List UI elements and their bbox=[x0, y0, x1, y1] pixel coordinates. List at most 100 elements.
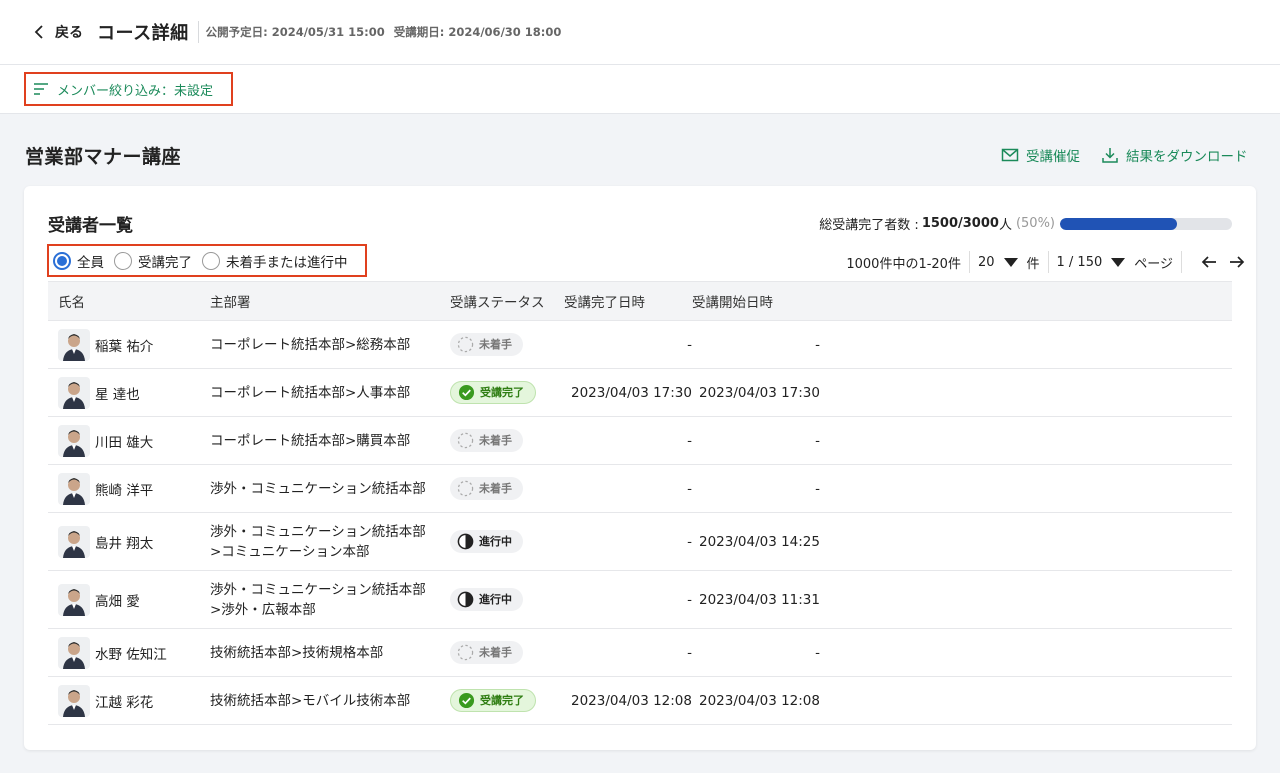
avatar bbox=[58, 583, 90, 616]
table-row[interactable]: 江越 彩花 技術統括本部>モバイル技術本部 受講完了 2023/04/03 12:08… bbox=[48, 677, 1232, 725]
cell-started-at: 2023/04/03 12:08 bbox=[698, 692, 820, 709]
table-row[interactable]: 川田 雄大 コーポレート統括本部>購買本部 未着手 - - bbox=[48, 417, 1232, 465]
cell-completed-at: 2023/04/03 12:08 bbox=[570, 692, 692, 709]
arrow-right-icon[interactable] bbox=[1228, 254, 1246, 270]
check-circle-icon bbox=[458, 692, 475, 708]
radio-notstarted-inprogress-circle[interactable] bbox=[202, 251, 220, 270]
arrow-left-icon[interactable] bbox=[1200, 254, 1218, 270]
header-dept: 主部署 bbox=[210, 295, 251, 311]
dept-line: 渉外・コミュニケーション統括本部 bbox=[210, 581, 426, 598]
avatar bbox=[58, 525, 90, 558]
cell-dept: 渉外・コミュニケーション統括本部 bbox=[210, 479, 450, 499]
table-row[interactable]: 島井 翔太 渉外・コミュニケーション統括本部 >コミュニケーション本部 進行中 -202… bbox=[48, 513, 1232, 571]
radio-all[interactable]: 全員 bbox=[53, 251, 104, 271]
cell-started-at: 2023/04/03 11:31 bbox=[698, 591, 820, 608]
avatar bbox=[58, 328, 90, 361]
attendee-name: 高畑 愛 bbox=[95, 593, 140, 610]
deadline-date: 受講期日: 2024/06/30 18:00 bbox=[393, 25, 562, 39]
in-progress-icon bbox=[457, 533, 474, 549]
status-label: 進行中 bbox=[479, 593, 512, 606]
header-started-at: 受講開始日時 bbox=[692, 295, 773, 311]
status-label: 受講完了 bbox=[480, 386, 524, 399]
attendee-name: 星 達也 bbox=[95, 386, 140, 403]
header-completed-at: 受講完了日時 bbox=[564, 295, 645, 311]
completion-unit: 人 bbox=[998, 218, 1012, 233]
member-filter-button[interactable]: メンバー絞り込み：未設定 bbox=[24, 72, 233, 106]
attendee-name: 川田 雄大 bbox=[95, 434, 154, 451]
cell-name: 水野 佐知江 bbox=[48, 636, 210, 669]
radio-all-circle[interactable] bbox=[53, 251, 71, 270]
cell-started-at: 2023/04/03 17:30 bbox=[698, 384, 820, 401]
table-row[interactable]: 熊崎 洋平 渉外・コミュニケーション統括本部 未着手 - - bbox=[48, 465, 1232, 513]
attendee-table: 氏名 主部署 受講ステータス 受講完了日時 受講開始日時 稲葉 祐介 コーポレート… bbox=[48, 281, 1232, 725]
table-row[interactable]: 高畑 愛 渉外・コミュニケーション統括本部 >渉外・広報本部 進行中 -2023/04/… bbox=[48, 571, 1232, 629]
back-label: 戻る bbox=[55, 25, 83, 41]
per-page-dropdown-icon[interactable] bbox=[1003, 257, 1018, 267]
not-started-icon bbox=[457, 336, 474, 352]
table-body: 稲葉 祐介 コーポレート統括本部>総務本部 未着手 - - 星 達也 コーポレート統括本部>… bbox=[48, 321, 1232, 725]
cell-dept: 技術統括本部>技術規格本部 bbox=[210, 643, 450, 663]
dept-line: コーポレート統括本部>総務本部 bbox=[210, 336, 411, 353]
radio-all-label: 全員 bbox=[77, 254, 104, 271]
remind-button[interactable]: 受講催促 bbox=[1001, 145, 1080, 165]
cell-completed-at: - bbox=[687, 432, 692, 449]
status-badge: 未着手 bbox=[450, 476, 523, 500]
page-title: コース詳細 bbox=[97, 23, 189, 44]
status-label: 進行中 bbox=[479, 535, 512, 548]
cell-status: 未着手 bbox=[450, 332, 564, 357]
dept-line: 渉外・コミュニケーション統括本部 bbox=[210, 480, 426, 497]
pager-divider bbox=[1047, 251, 1049, 273]
table-row[interactable]: 星 達也 コーポレート統括本部>人事本部 受講完了 2023/04/03 17:30 2… bbox=[48, 369, 1232, 417]
cell-completed-at: - bbox=[687, 591, 692, 608]
page-unit: ページ bbox=[1134, 256, 1173, 272]
publish-date: 公開予定日: 2024/05/31 15:00 bbox=[205, 25, 385, 39]
status-filter-group: 全員 受講完了 未着手または進行中 bbox=[47, 244, 367, 277]
cell-name: 島井 翔太 bbox=[48, 525, 210, 558]
attendee-name: 島井 翔太 bbox=[95, 535, 154, 552]
pagination: 1000件中の1-20件 20 件 1 / 150 ページ bbox=[846, 249, 1246, 275]
avatar bbox=[58, 424, 90, 457]
status-badge: 未着手 bbox=[450, 640, 523, 664]
radio-notstarted-inprogress-label: 未着手または進行中 bbox=[226, 254, 348, 271]
avatar bbox=[58, 636, 90, 669]
dept-line: >コミュニケーション本部 bbox=[210, 543, 370, 560]
table-row[interactable]: 水野 佐知江 技術統括本部>技術規格本部 未着手 - - bbox=[48, 629, 1232, 677]
cell-started-at: - bbox=[815, 432, 820, 449]
completion-percent: (50%) bbox=[1015, 216, 1055, 231]
status-label: 未着手 bbox=[479, 434, 512, 447]
cell-name: 熊崎 洋平 bbox=[48, 472, 210, 505]
cell-status: 受講完了 bbox=[450, 688, 564, 713]
cell-dept: 渉外・コミュニケーション統括本部 >コミュニケーション本部 bbox=[210, 522, 450, 562]
radio-completed[interactable]: 受講完了 bbox=[114, 251, 192, 271]
cell-dept: 渉外・コミュニケーション統括本部 >渉外・広報本部 bbox=[210, 580, 450, 620]
dept-line: コーポレート統括本部>購買本部 bbox=[210, 432, 411, 449]
status-badge: 進行中 bbox=[450, 529, 523, 553]
cell-completed-at: - bbox=[687, 336, 692, 353]
cell-name: 高畑 愛 bbox=[48, 583, 210, 616]
status-label: 未着手 bbox=[479, 482, 512, 495]
table-row[interactable]: 稲葉 祐介 コーポレート統括本部>総務本部 未着手 - - bbox=[48, 321, 1232, 369]
radio-notstarted-inprogress[interactable]: 未着手または進行中 bbox=[202, 251, 348, 271]
page-value: 1 / 150 bbox=[1056, 254, 1103, 270]
dept-line: コーポレート統括本部>人事本部 bbox=[210, 384, 411, 401]
page-dropdown-icon[interactable] bbox=[1111, 257, 1126, 267]
attendee-name: 水野 佐知江 bbox=[95, 646, 167, 663]
chevron-left-icon bbox=[34, 25, 43, 39]
download-label: 結果をダウンロード bbox=[1126, 149, 1248, 165]
cell-started-at: - bbox=[815, 480, 820, 497]
attendee-list-title: 受講者一覧 bbox=[48, 216, 133, 236]
in-progress-icon bbox=[457, 591, 474, 607]
cell-dept: コーポレート統括本部>購買本部 bbox=[210, 431, 450, 451]
cell-dept: コーポレート統括本部>総務本部 bbox=[210, 335, 450, 355]
header-status: 受講ステータス bbox=[450, 295, 545, 311]
download-results-button[interactable]: 結果をダウンロード bbox=[1101, 145, 1248, 165]
status-badge: 未着手 bbox=[450, 332, 523, 356]
mail-icon bbox=[1001, 148, 1019, 162]
dept-line: 技術統括本部>技術規格本部 bbox=[210, 644, 384, 661]
radio-completed-circle[interactable] bbox=[114, 251, 132, 270]
dept-line: 技術統括本部>モバイル技術本部 bbox=[210, 692, 411, 709]
pager-divider bbox=[968, 251, 970, 273]
not-started-icon bbox=[457, 432, 474, 448]
check-circle-icon bbox=[458, 384, 475, 400]
back-button[interactable]: 戻る bbox=[33, 22, 83, 42]
